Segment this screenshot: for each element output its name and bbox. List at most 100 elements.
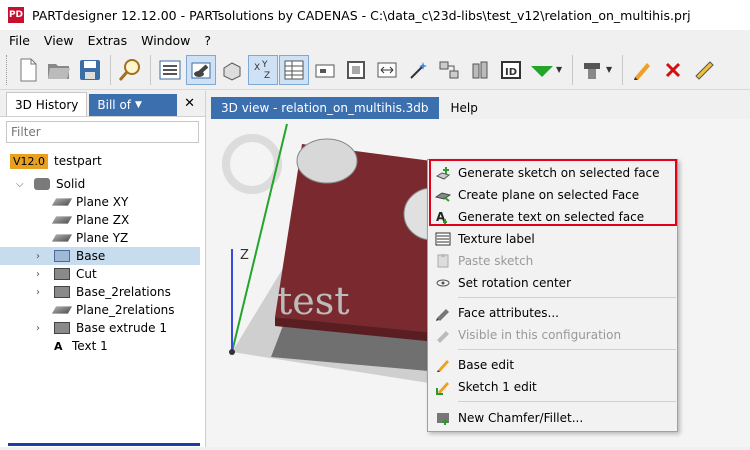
chevron-right-icon[interactable]: ›	[36, 251, 40, 262]
cylinder-view-button[interactable]	[186, 54, 216, 85]
menu-window[interactable]: Window	[134, 33, 197, 48]
history-panel: 3D History Bill of ▼ ✕ Filter V12.0 testp…	[0, 91, 206, 447]
menu-base-edit[interactable]: Base edit	[428, 354, 677, 376]
table-button[interactable]	[279, 54, 309, 85]
tree-item-label: Text 1	[72, 339, 108, 353]
tab-3d-view-label: 3D view - relation_on_multihis.3db	[221, 101, 429, 115]
shaded-box-button[interactable]	[217, 55, 247, 85]
tree-item-cut[interactable]: › Cut	[0, 265, 206, 283]
tree-item-plane-2relations[interactable]: Plane_2relations	[0, 301, 206, 319]
green-arrow-button[interactable]	[527, 55, 557, 85]
menu-help[interactable]: ?	[197, 33, 218, 48]
menu-generate-sketch[interactable]: Generate sketch on selected face	[428, 162, 677, 184]
tree-item-label: Plane YZ	[76, 231, 129, 245]
save-button[interactable]	[75, 55, 105, 85]
magic-wand-button[interactable]	[403, 55, 433, 85]
menu-paste-sketch[interactable]: Paste sketch	[428, 250, 677, 272]
chevron-down-icon[interactable]: ▼	[606, 65, 616, 74]
menu-extras[interactable]: Extras	[81, 33, 135, 48]
plane-icon	[51, 198, 73, 206]
sketch-face-icon	[435, 165, 451, 181]
tree-item-label: Plane_2relations	[76, 303, 175, 317]
menu-visible-in-configuration[interactable]: Visible in this configuration	[428, 324, 677, 346]
chevron-down-icon[interactable]: ▼	[135, 100, 142, 110]
cylinders-button[interactable]	[465, 55, 495, 85]
close-icon[interactable]: ✕	[184, 96, 195, 111]
tree-item-plane-zx[interactable]: Plane ZX	[0, 211, 206, 229]
pencil-icon	[435, 357, 451, 373]
table-icon	[284, 60, 304, 79]
tree-item-base[interactable]: › Base	[0, 247, 200, 265]
tab-bill-of-label: Bill of	[97, 98, 132, 112]
menu-new-chamfer-fillet[interactable]: New Chamfer/Fillet...	[428, 407, 677, 429]
solid-icon	[34, 178, 50, 190]
plane-icon	[51, 234, 73, 242]
new-file-icon	[20, 58, 37, 81]
edit-button[interactable]	[627, 55, 657, 85]
pencil-icon	[634, 62, 650, 80]
tab-3d-history-label: 3D History	[15, 97, 79, 112]
menu-create-plane[interactable]: Create plane on selected Face	[428, 184, 677, 206]
search-button[interactable]	[115, 55, 145, 85]
filter-input[interactable]: Filter	[6, 121, 199, 143]
tree-item-base-extrude-1[interactable]: › Base extrude 1	[0, 319, 206, 337]
tree-item-text-1[interactable]: A Text 1	[0, 337, 206, 355]
part-name: testpart	[54, 154, 102, 168]
box-icon	[54, 322, 70, 334]
menu-file[interactable]: File	[2, 33, 37, 48]
tree-item-plane-xy[interactable]: Plane XY	[0, 193, 206, 211]
toolbar-separator	[622, 54, 623, 85]
rotation-icon	[435, 275, 451, 291]
chamfer-icon	[435, 410, 451, 426]
id-tag-icon: ID	[501, 60, 521, 79]
tree-item-plane-yz[interactable]: Plane YZ	[0, 229, 206, 247]
ruler-button[interactable]	[689, 55, 719, 85]
tab-bill-of-materials[interactable]: Bill of ▼	[89, 94, 178, 116]
menu-generate-text[interactable]: A Generate text on selected face	[428, 206, 677, 228]
tree-item-label: Plane XY	[76, 195, 129, 209]
connect-button[interactable]	[434, 55, 464, 85]
tab-help[interactable]: Help	[440, 97, 488, 119]
tab-3d-view[interactable]: 3D view - relation_on_multihis.3db	[211, 97, 439, 119]
new-file-button[interactable]	[13, 55, 43, 85]
menu-sketch-1-edit[interactable]: Sketch 1 edit	[428, 376, 677, 398]
open-button[interactable]	[44, 55, 74, 85]
plane-icon	[51, 306, 73, 314]
green-arrow-icon	[531, 65, 553, 77]
dimension-icon	[315, 64, 335, 77]
menu-item-label: Generate sketch on selected face	[458, 166, 660, 180]
menu-view[interactable]: View	[37, 33, 81, 48]
menu-face-attributes[interactable]: Face attributes...	[428, 302, 677, 324]
toolbar-grip[interactable]	[6, 54, 9, 85]
menu-item-label: Create plane on selected Face	[458, 188, 640, 202]
toolbar-separator	[150, 54, 151, 85]
texture-icon	[435, 231, 451, 247]
tree-item-solid[interactable]: ⌵ Solid	[0, 175, 206, 193]
menu-item-label: Visible in this configuration	[458, 328, 622, 342]
chevron-right-icon[interactable]: ›	[36, 287, 40, 298]
chevron-right-icon[interactable]: ›	[36, 269, 40, 280]
id-button[interactable]: ID	[496, 55, 526, 85]
window-title: PARTdesigner 12.12.00 - PARTsolutions by…	[32, 7, 691, 23]
delete-button[interactable]	[658, 55, 688, 85]
menu-texture-label[interactable]: Texture label	[428, 228, 677, 250]
cylinders-icon	[472, 61, 488, 78]
chevron-expanded-icon[interactable]: ⌵	[16, 179, 24, 190]
dimension-button[interactable]	[310, 55, 340, 85]
chevron-down-icon[interactable]: ▼	[556, 65, 566, 74]
view-cube-ring[interactable]	[222, 134, 282, 194]
tree-item-base-2relations[interactable]: › Base_2relations	[0, 283, 206, 301]
view-tabs: 3D view - relation_on_multihis.3db Help	[207, 91, 750, 119]
xyz-axes-button[interactable]: XYZ	[248, 54, 278, 85]
box-icon	[54, 268, 70, 280]
chevron-right-icon[interactable]: ›	[36, 323, 40, 334]
menu-item-label: New Chamfer/Fillet...	[458, 411, 584, 425]
frame-icon	[347, 60, 365, 79]
tab-3d-history[interactable]: 3D History	[6, 92, 88, 116]
frame-button[interactable]	[341, 55, 371, 85]
menu-set-rotation-center[interactable]: Set rotation center	[428, 272, 677, 294]
history-tree: ⌵ Solid Plane XY Plane ZX Plane YZ › Bas…	[0, 175, 206, 355]
view-list-button[interactable]	[155, 55, 185, 85]
screw-button[interactable]	[577, 55, 607, 85]
resize-button[interactable]	[372, 55, 402, 85]
